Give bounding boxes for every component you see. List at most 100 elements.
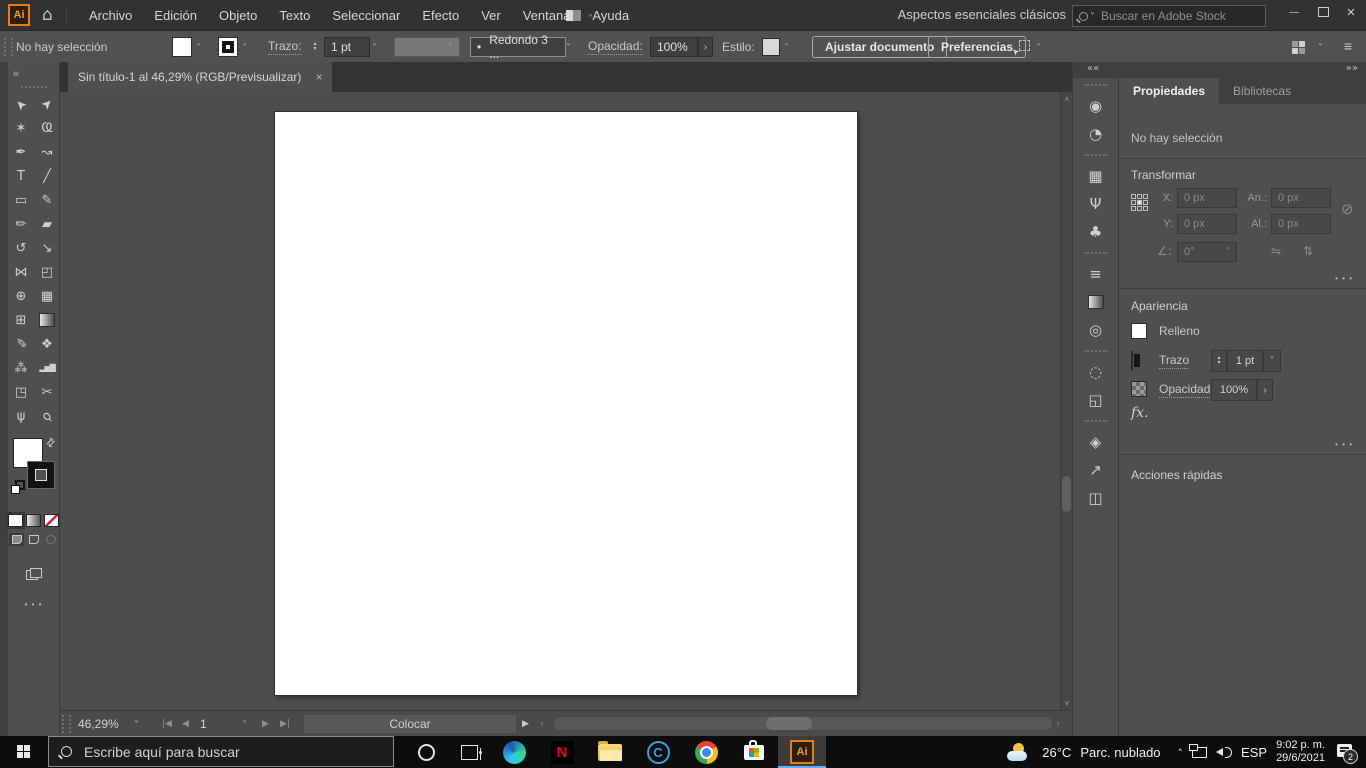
dock-options-icon[interactable] [1292, 40, 1305, 54]
scroll-left-arrow[interactable]: ‹ [540, 711, 544, 736]
color-guide-panel-icon[interactable]: ◔ [1073, 120, 1119, 148]
stroke-weight-field[interactable]: 1 pt [324, 37, 370, 57]
start-button[interactable] [0, 736, 48, 768]
illustrator-icon[interactable]: Ai [778, 736, 826, 768]
draw-behind-icon[interactable] [26, 533, 41, 546]
language-indicator[interactable]: ESP [1241, 745, 1267, 760]
chevron-down-icon[interactable] [196, 38, 201, 56]
shaper-tool[interactable]: ✏ [9, 212, 33, 236]
opacity-swatch[interactable] [1131, 381, 1147, 397]
opacity-expand-arrow[interactable]: › [698, 37, 713, 57]
more-options-icon[interactable] [1335, 434, 1353, 452]
chevron-down-icon[interactable] [1318, 38, 1323, 56]
gradient-button[interactable] [26, 514, 41, 527]
expand-dock-icon[interactable]: »» [1346, 63, 1358, 74]
stroke-panel-icon[interactable]: ≡ [1073, 260, 1119, 288]
microsoft-store-icon[interactable] [730, 736, 778, 768]
artboards-panel-icon[interactable]: ◫ [1073, 484, 1119, 512]
select-similar-icon[interactable] [1012, 39, 1030, 55]
default-fill-stroke-icon[interactable] [11, 480, 25, 494]
toolbar-grip[interactable] [20, 86, 47, 90]
task-view-button[interactable] [448, 736, 490, 768]
menu-archivo[interactable]: Archivo [78, 8, 143, 23]
opacity-label[interactable]: Opacidad [1159, 382, 1211, 398]
edit-toolbar-icon[interactable] [25, 594, 43, 611]
selection-tool[interactable]: ➤ [9, 92, 33, 116]
type-tool[interactable]: T [9, 164, 33, 188]
horizontal-scroll-thumb[interactable] [766, 717, 812, 730]
transparency-panel-icon[interactable]: ◎ [1073, 316, 1119, 344]
none-button[interactable] [44, 514, 59, 527]
vertical-scroll-thumb[interactable] [1062, 476, 1071, 512]
opacity-value[interactable]: 100% [1211, 379, 1257, 401]
reference-point-locator[interactable] [1131, 194, 1148, 211]
swap-fill-stroke-icon[interactable]: ⇄ [43, 435, 59, 451]
fill-swatch[interactable] [1131, 323, 1147, 339]
last-artboard-icon[interactable]: ▶| [280, 711, 290, 736]
action-center-button[interactable]: 2 [1334, 743, 1358, 764]
chevron-down-icon[interactable] [372, 38, 377, 56]
tab-bibliotecas[interactable]: Bibliotecas [1219, 78, 1305, 104]
free-transform-tool[interactable]: ◰ [35, 260, 59, 284]
menu-objeto[interactable]: Objeto [208, 8, 268, 23]
slice-tool[interactable]: ✂ [35, 380, 59, 404]
brush-definition-dropdown[interactable]: • Redondo 3 ... [470, 33, 566, 61]
chevron-down-icon[interactable] [566, 38, 571, 56]
flip-vertical-icon[interactable]: ⇅ [1303, 244, 1313, 258]
previous-artboard-icon[interactable]: ◀ [182, 711, 189, 736]
panel-group-grip[interactable] [1073, 78, 1119, 92]
eraser-tool[interactable]: ▰ [35, 212, 59, 236]
pen-tool[interactable]: ✒ [9, 140, 33, 164]
weather-label[interactable]: Parc. nublado [1080, 745, 1160, 760]
zoom-level[interactable]: 46,29% [78, 711, 119, 736]
chevron-down-icon[interactable] [242, 38, 247, 56]
temperature-label[interactable]: 26°C [1042, 745, 1071, 760]
panel-grip[interactable] [4, 38, 13, 56]
lasso-tool[interactable]: Ҩ [35, 116, 59, 140]
blend-tool[interactable]: ❖ [35, 332, 59, 356]
hidden-icons-chevron[interactable] [1178, 745, 1184, 760]
edge-icon[interactable] [490, 736, 538, 768]
close-tab-icon[interactable] [315, 68, 322, 86]
chevron-down-icon[interactable] [242, 717, 247, 731]
document-tab[interactable]: Sin título-1 al 46,29% (RGB/Previsualiza… [68, 62, 333, 92]
link-dimensions-icon[interactable]: ⊘ [1341, 200, 1354, 218]
y-field[interactable]: 0 px [1177, 214, 1237, 234]
width-tool[interactable]: ⋈ [9, 260, 33, 284]
collapse-toolbar-icon[interactable] [13, 64, 19, 81]
first-artboard-icon[interactable]: |◀ [162, 711, 172, 736]
perspective-grid-tool[interactable]: ▦ [35, 284, 59, 308]
opacity-label[interactable]: Opacidad: [588, 39, 643, 55]
network-icon[interactable] [1189, 743, 1208, 758]
panel-group-grip[interactable] [1073, 246, 1119, 260]
status-display[interactable]: Colocar [304, 715, 516, 733]
restore-button[interactable] [1309, 0, 1337, 24]
chevron-down-icon[interactable] [134, 717, 139, 731]
crop-image-icon[interactable]: ◱ [1073, 386, 1119, 414]
canvas[interactable] [60, 92, 1060, 710]
artboard-tool[interactable]: ◳ [9, 380, 33, 404]
direct-selection-tool[interactable]: ➤ [35, 92, 59, 116]
arrange-documents-icon[interactable] [566, 10, 581, 21]
weather-icon[interactable] [1007, 743, 1033, 761]
mesh-tool[interactable]: ⊞ [9, 308, 33, 332]
collapse-dock-icon[interactable]: «« [1087, 63, 1099, 74]
symbol-sprayer-tool[interactable]: ⁂ [9, 356, 33, 380]
tab-propiedades[interactable]: Propiedades [1119, 78, 1220, 104]
scroll-right-arrow[interactable]: › [1056, 711, 1060, 736]
brushes-panel-icon[interactable]: Ψ [1073, 190, 1119, 218]
style-swatch[interactable] [762, 38, 780, 56]
draw-inside-icon[interactable] [43, 533, 58, 546]
menu-seleccionar[interactable]: Seleccionar [321, 8, 411, 23]
shape-builder-tool[interactable]: ⊕ [9, 284, 33, 308]
chevron-down-icon[interactable] [588, 9, 593, 27]
fill-color-swatch[interactable] [172, 37, 192, 57]
close-button[interactable] [1337, 0, 1365, 24]
effects-fx-icon[interactable]: fx. [1131, 405, 1149, 421]
chevron-down-icon[interactable] [1036, 38, 1041, 56]
next-artboard-icon[interactable]: ▶ [262, 711, 269, 736]
minimize-button[interactable] [1280, 0, 1308, 24]
x-field[interactable]: 0 px [1177, 188, 1237, 208]
stroke-weight-label[interactable]: Trazo: [268, 39, 302, 55]
scale-tool[interactable]: ↘ [35, 236, 59, 260]
